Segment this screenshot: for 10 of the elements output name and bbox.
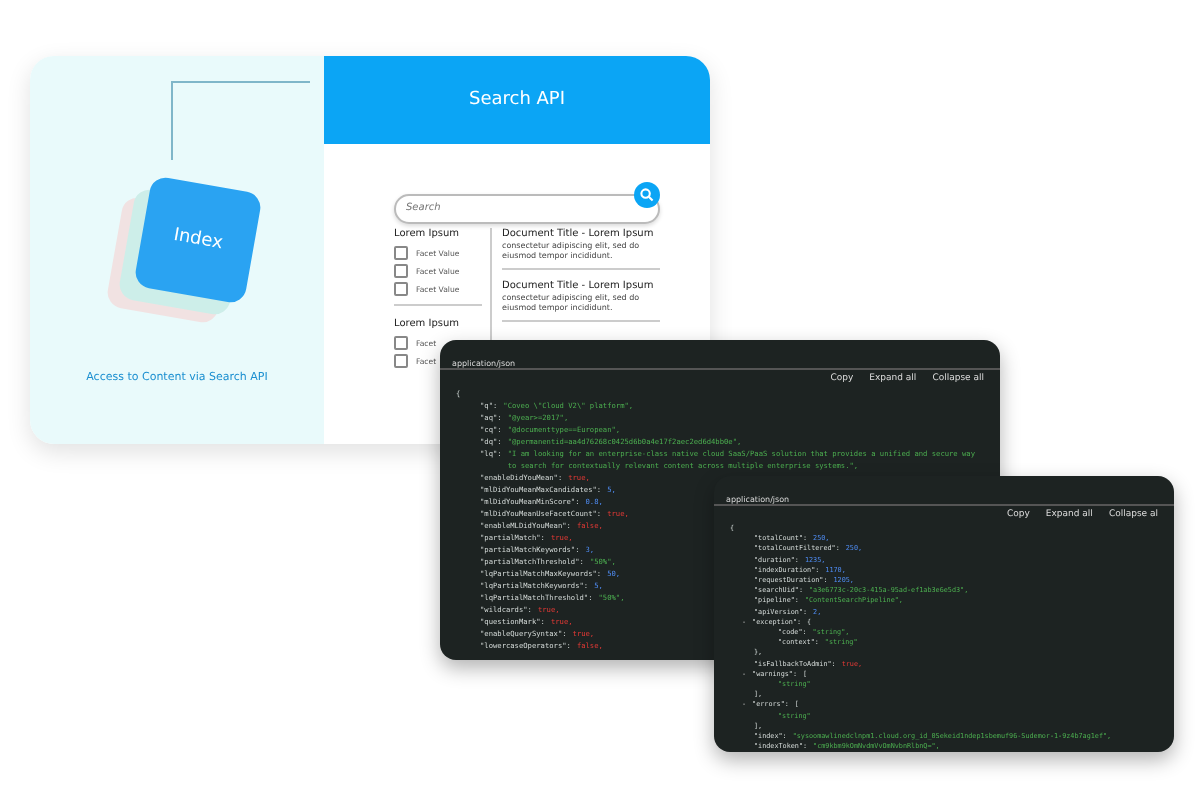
search-icon [640, 188, 654, 202]
header-title: Search API [468, 90, 566, 110]
checkbox[interactable] [394, 246, 408, 260]
checkbox[interactable] [394, 282, 408, 296]
checkbox[interactable] [394, 264, 408, 278]
checkbox[interactable] [394, 336, 408, 350]
search-button[interactable] [634, 182, 660, 208]
index-label: Index [171, 225, 225, 255]
checkbox[interactable] [394, 354, 408, 368]
connector-line [170, 80, 310, 160]
